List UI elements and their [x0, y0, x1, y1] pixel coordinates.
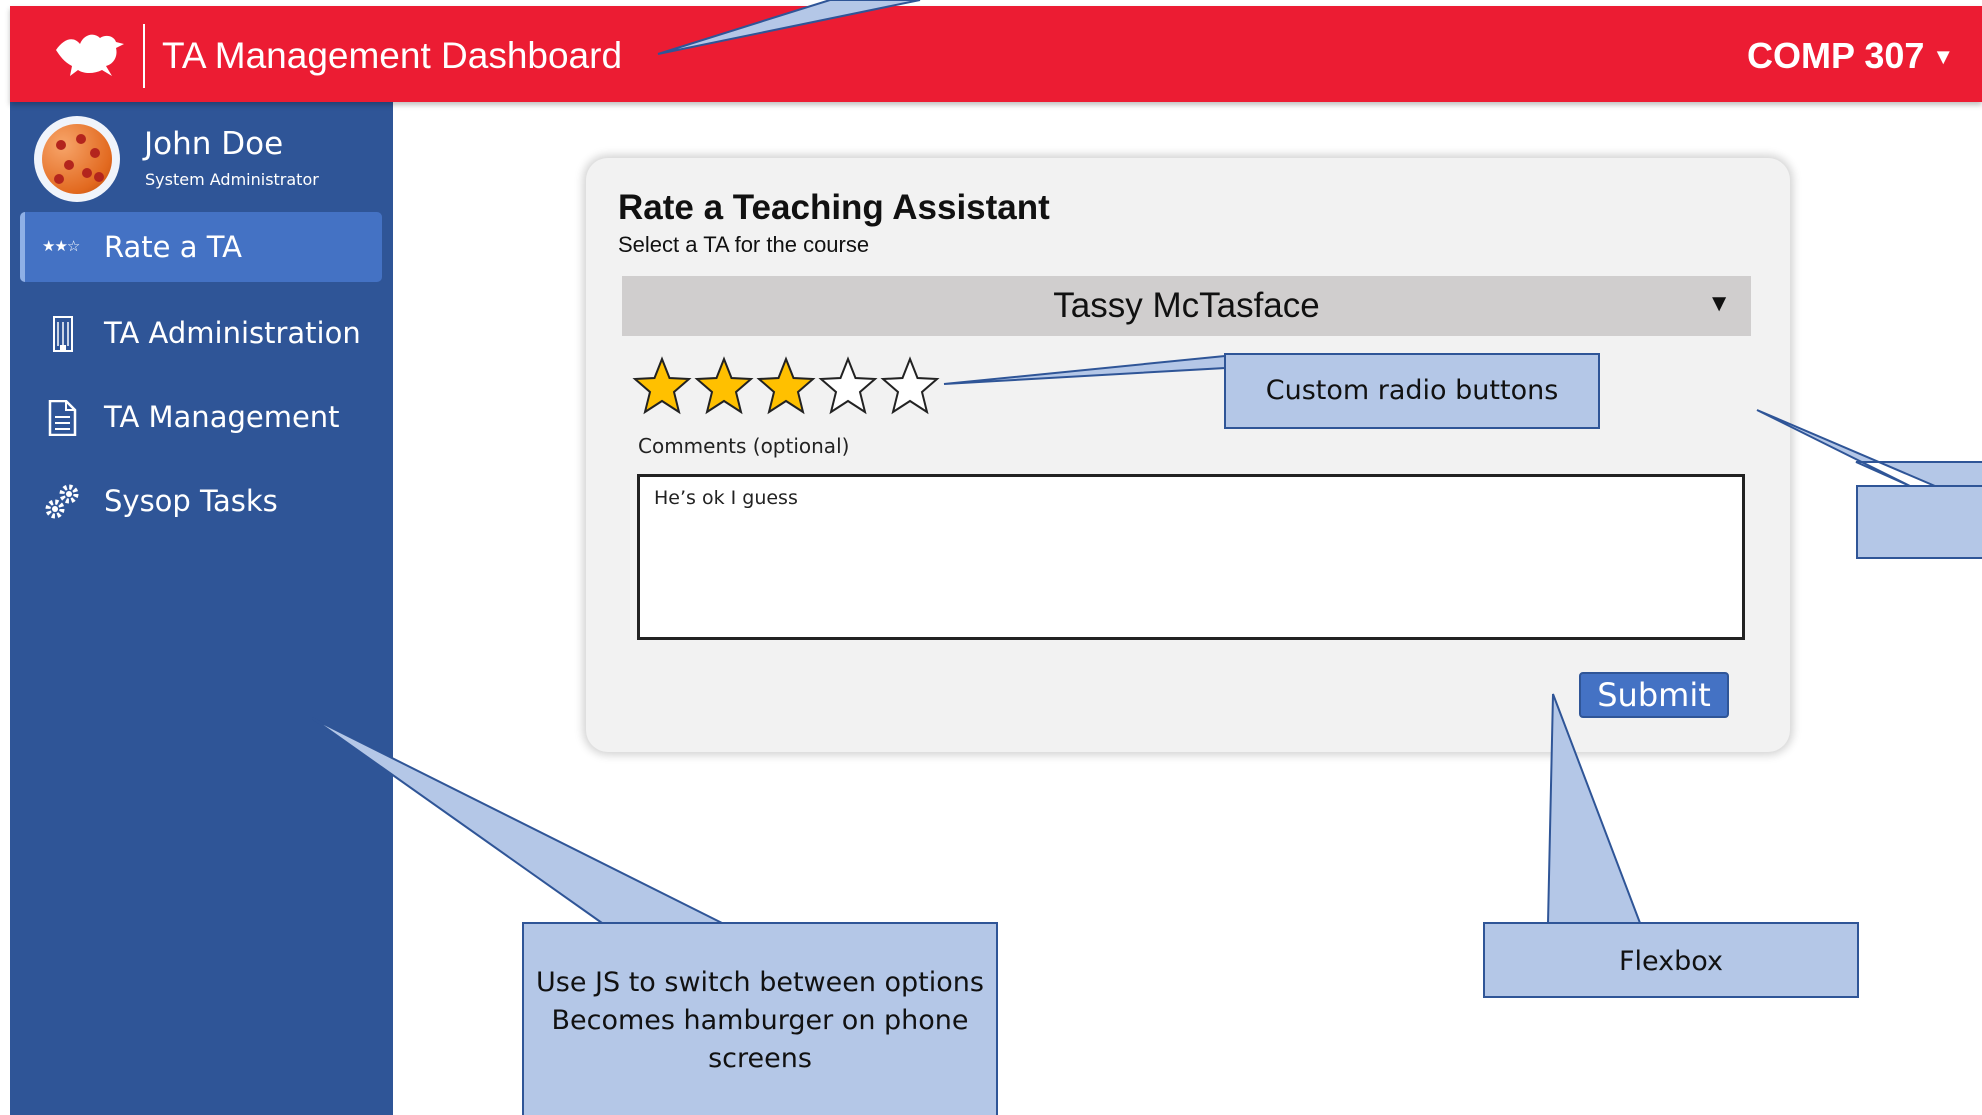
course-selector[interactable]: COMP 307 ▼ [1747, 34, 1954, 83]
avatar-topping [76, 134, 86, 144]
logo-divider [143, 24, 145, 88]
ta-select[interactable]: Tassy McTasface ▼ [622, 276, 1751, 336]
ta-select-value: Tassy McTasface [1053, 286, 1320, 325]
sidebar-item-rate-a-ta[interactable]: ★★☆ Rate a TA [20, 212, 382, 282]
star-filled-icon[interactable] [756, 356, 816, 416]
sidebar-item-label: TA Management [104, 400, 340, 434]
comments-label: Comments (optional) [638, 434, 850, 458]
sidebar-item-label: Sysop Tasks [104, 484, 278, 518]
top-bar: TA Management Dashboard COMP 307 ▼ [10, 6, 1982, 102]
star-rating [632, 356, 952, 420]
sidebar: John Doe System Administrator ★★☆ Rate a… [10, 102, 393, 1115]
app-title: TA Management Dashboard [162, 35, 623, 76]
star-filled-icon[interactable] [694, 356, 754, 416]
avatar-topping [64, 160, 74, 170]
star-empty-icon[interactable] [818, 356, 878, 416]
callout-radio-text: Custom radio buttons [1265, 375, 1559, 406]
sidebar-item-sysop-tasks[interactable]: Sysop Tasks [20, 466, 382, 536]
card-title: Rate a Teaching Assistant [618, 188, 1050, 227]
chevron-down-icon: ▼ [1932, 44, 1955, 69]
pizza-avatar-icon [42, 124, 112, 194]
chevron-down-icon: ▼ [1707, 290, 1731, 317]
callout-pointer [1756, 409, 1982, 487]
callout-flexbox-text: Flexbox [1619, 946, 1723, 977]
three-stars-icon: ★★☆ [42, 237, 80, 255]
avatar[interactable] [34, 116, 120, 202]
callout-right-box [1856, 485, 1982, 559]
document-icon [48, 400, 77, 436]
star-filled-icon[interactable] [632, 356, 692, 416]
gears-icon [45, 484, 79, 519]
sidebar-item-ta-management[interactable]: TA Management [20, 382, 382, 452]
user-name: John Doe [144, 126, 284, 162]
building-icon [53, 316, 73, 352]
sidebar-item-ta-administration[interactable]: TA Administration [20, 298, 382, 368]
avatar-topping [56, 140, 66, 150]
comments-field[interactable]: He’s ok I guess [637, 474, 1745, 640]
callout-sidebar-text: Use JS to switch between options Becomes… [536, 967, 984, 1074]
star-empty-icon[interactable] [880, 356, 940, 416]
course-label: COMP 307 [1747, 35, 1925, 76]
bird-logo-icon[interactable] [54, 30, 126, 80]
user-role: System Administrator [145, 170, 319, 189]
submit-button[interactable]: Submit [1579, 672, 1729, 718]
avatar-topping [90, 148, 100, 158]
avatar-topping [54, 174, 64, 184]
card-subtitle: Select a TA for the course [618, 232, 870, 257]
avatar-topping [82, 168, 92, 178]
sidebar-item-label: TA Administration [104, 316, 361, 350]
rating-card: Rate a Teaching Assistant Select a TA fo… [586, 158, 1790, 752]
avatar-topping [94, 172, 104, 182]
sidebar-item-label: Rate a TA [104, 230, 243, 264]
